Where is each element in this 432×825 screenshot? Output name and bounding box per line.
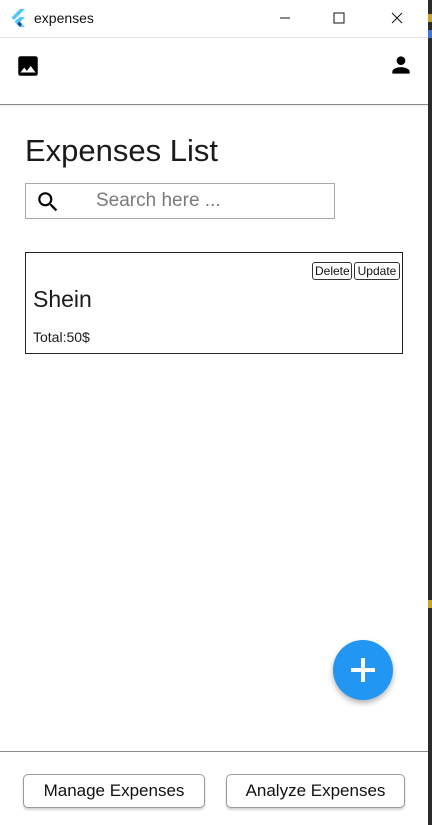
close-button[interactable]	[374, 0, 420, 36]
app-bar	[0, 38, 428, 105]
manage-expenses-button[interactable]: Manage Expenses	[23, 774, 205, 808]
expense-name: Shein	[33, 286, 92, 312]
maximize-button[interactable]	[316, 0, 362, 36]
search-box[interactable]	[25, 183, 335, 219]
search-input[interactable]	[96, 187, 326, 215]
background-window-strip	[428, 0, 432, 825]
expense-total: Total:50$	[33, 329, 90, 345]
maximize-icon	[333, 12, 345, 24]
person-icon[interactable]	[388, 52, 414, 78]
minimize-icon	[280, 17, 290, 19]
update-button[interactable]: Update	[354, 262, 400, 280]
analyze-expenses-button[interactable]: Analyze Expenses	[226, 774, 405, 808]
flutter-logo-icon	[11, 9, 25, 27]
expense-card: Delete Update Shein Total:50$	[25, 252, 403, 354]
page-title: Expenses List	[25, 133, 218, 168]
image-icon[interactable]	[15, 53, 41, 79]
plus-icon	[351, 658, 375, 682]
search-icon	[38, 192, 58, 212]
window-title: expenses	[34, 10, 94, 26]
bottom-bar: Manage Expenses Analyze Expenses	[0, 751, 428, 825]
add-expense-button[interactable]	[333, 640, 393, 700]
title-bar[interactable]: expenses	[0, 0, 428, 38]
strip-marker	[428, 30, 432, 38]
close-icon	[391, 12, 403, 24]
minimize-button[interactable]	[262, 0, 308, 36]
strip-marker	[428, 14, 432, 22]
app-window: expenses Expenses List Search here ... D…	[0, 0, 432, 825]
strip-marker	[428, 600, 432, 608]
delete-button[interactable]: Delete	[312, 262, 352, 280]
